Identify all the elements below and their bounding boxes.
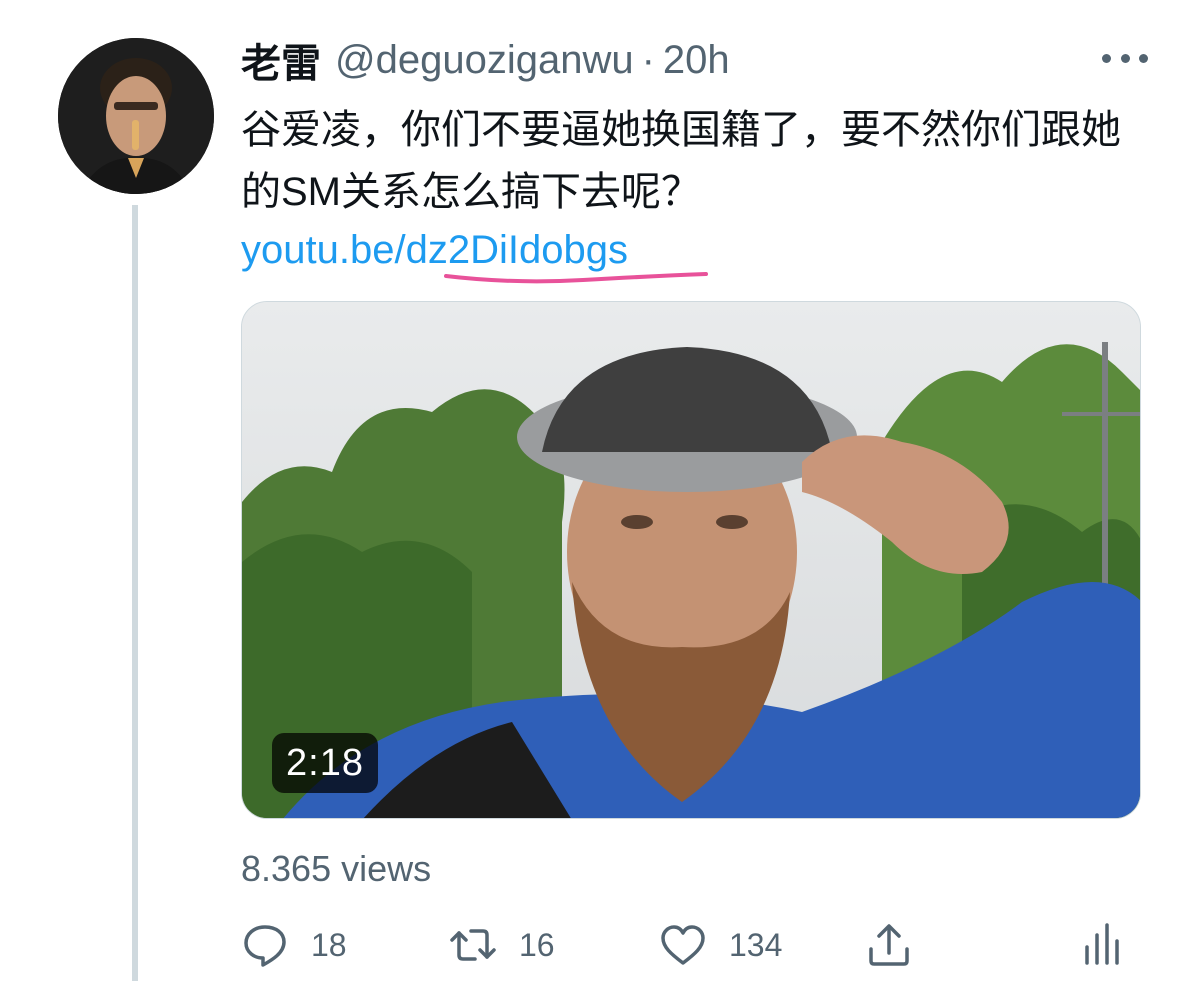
timestamp[interactable]: 20h: [663, 38, 730, 83]
tweet-action-bar: 18 16 134: [241, 915, 1121, 975]
reply-count: 18: [311, 926, 347, 963]
like-count: 134: [729, 926, 783, 963]
share-button[interactable]: [865, 915, 913, 975]
like-icon: [661, 925, 705, 965]
more-dot: [1120, 53, 1130, 63]
avatar-image: [58, 38, 214, 194]
analytics-button[interactable]: [1077, 915, 1125, 975]
retweet-count: 16: [519, 926, 555, 963]
like-button[interactable]: 134: [659, 915, 782, 975]
retweet-button[interactable]: 16: [449, 915, 555, 975]
link-prefix: youtu.be/: [241, 228, 406, 272]
tweet-page: 老雷 @deguoziganwu · 20h 谷爱凌，你们不要逼她换国籍了，要不…: [0, 0, 1200, 981]
view-count: 8.365 views: [241, 848, 432, 889]
link-highlight: dz2DiIdobgs: [405, 228, 628, 272]
header-separator: ·: [641, 37, 655, 82]
more-dot: [1102, 53, 1111, 63]
display-name[interactable]: 老雷: [241, 31, 321, 89]
reply-button[interactable]: 18: [241, 915, 347, 975]
user-handle[interactable]: @deguoziganwu: [335, 38, 634, 83]
video-duration-badge: 2:18: [272, 733, 378, 793]
thread-line: [132, 205, 138, 981]
retweet-icon: [450, 929, 496, 961]
tweet-text: 谷爱凌，你们不要逼她换国籍了，要不然你们跟她的SM关系怎么搞下去呢？: [241, 108, 1121, 214]
video-player[interactable]: 2:18: [241, 301, 1141, 819]
more-dot: [1139, 53, 1148, 63]
reply-icon: [244, 925, 286, 967]
tweet-header: 老雷 @deguoziganwu · 20h: [241, 37, 730, 87]
avatar[interactable]: [58, 38, 214, 194]
pink-underline-annotation: [444, 272, 708, 284]
share-icon: [869, 924, 909, 966]
analytics-icon: [1085, 923, 1119, 965]
more-icon[interactable]: [1102, 48, 1148, 68]
